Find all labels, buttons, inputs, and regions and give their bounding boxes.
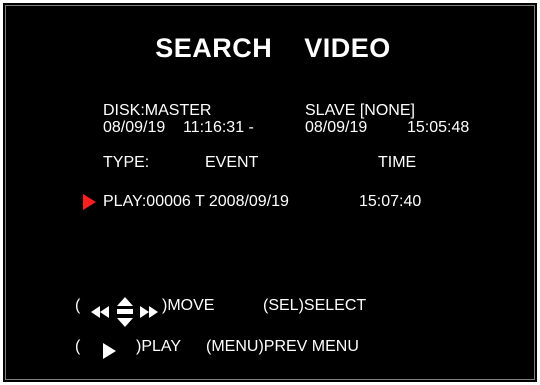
entry-label: PLAY:00006 T 2008/09/19 bbox=[103, 193, 289, 210]
select-hint-label: (SEL)SELECT bbox=[263, 297, 367, 314]
disk-slave-label: SLAVE [NONE] bbox=[305, 102, 415, 119]
disk-master-label: DISK:MASTER bbox=[103, 102, 212, 119]
search-video-screen: SEARCH VIDEO DISK:MASTER SLAVE [NONE] 08… bbox=[0, 0, 540, 385]
range-start-time: 11:16:31 - bbox=[183, 119, 254, 136]
play-hint-open: ( bbox=[75, 338, 81, 355]
move-hint-open: ( bbox=[75, 297, 81, 314]
move-hint-label: )MOVE bbox=[162, 297, 215, 314]
entry-time: 15:07:40 bbox=[359, 193, 422, 210]
play-hint-label: )PLAY bbox=[136, 338, 182, 355]
direction-arrows-icon bbox=[91, 297, 158, 327]
range-end-time: 15:05:48 bbox=[407, 119, 470, 136]
type-value-dropdown[interactable]: EVENT bbox=[205, 155, 258, 171]
time-column-header: TIME bbox=[378, 154, 417, 171]
prev-menu-hint-label: (MENU)PREV MENU bbox=[206, 338, 359, 355]
type-label: TYPE: bbox=[103, 154, 150, 171]
play-icon bbox=[103, 343, 116, 359]
selection-arrow-icon bbox=[83, 194, 96, 210]
page-title: SEARCH VIDEO bbox=[155, 33, 391, 63]
range-end-date: 08/09/19 bbox=[305, 119, 368, 136]
range-start-date: 08/09/19 bbox=[103, 119, 166, 136]
